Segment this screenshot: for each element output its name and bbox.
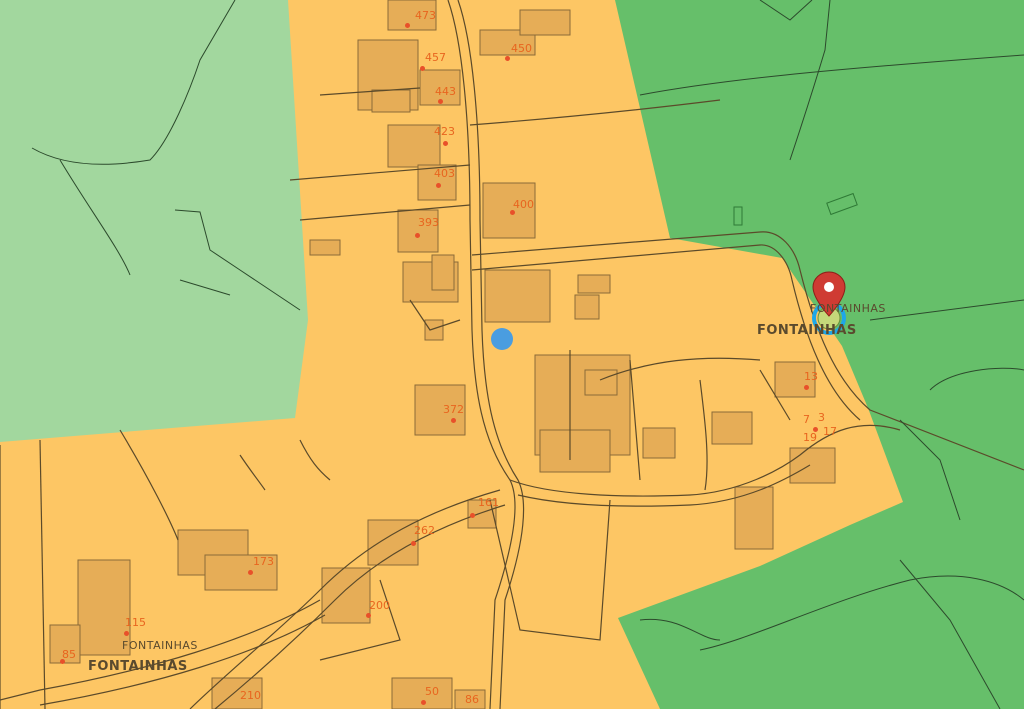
address-number: 7 xyxy=(803,413,810,426)
address-number: 115 xyxy=(125,616,146,629)
map-canvas[interactable] xyxy=(0,0,1024,709)
address-dot xyxy=(421,700,426,705)
address-dot xyxy=(411,541,416,546)
address-dot xyxy=(366,613,371,618)
address-number: 173 xyxy=(253,555,274,568)
address-number: 457 xyxy=(425,51,446,64)
address-number: 372 xyxy=(443,403,464,416)
address-number: 13 xyxy=(804,370,818,383)
address-dot xyxy=(420,66,425,71)
address-dot xyxy=(451,418,456,423)
address-number: 86 xyxy=(465,693,479,706)
address-number: 17 xyxy=(823,425,837,438)
place-label-east-large: FONTAINHAS xyxy=(757,323,857,338)
address-number: 210 xyxy=(240,689,261,702)
address-number: 423 xyxy=(434,125,455,138)
address-dot xyxy=(804,385,809,390)
address-dot xyxy=(415,233,420,238)
address-number: 50 xyxy=(425,685,439,698)
map-view[interactable]: FONTAINHAS FONTAINHAS FONTAINHAS FONTAIN… xyxy=(0,0,1024,709)
address-number: 393 xyxy=(418,216,439,229)
address-number: 400 xyxy=(513,198,534,211)
address-number: 85 xyxy=(62,648,76,661)
address-number: 3 xyxy=(818,411,825,424)
address-dot xyxy=(505,56,510,61)
address-number: 262 xyxy=(414,524,435,537)
place-label-southwest-small: FONTAINHAS xyxy=(122,639,198,652)
address-dot xyxy=(438,99,443,104)
current-location-icon[interactable] xyxy=(491,328,513,350)
address-dot xyxy=(405,23,410,28)
address-number: 403 xyxy=(434,167,455,180)
address-number: 200 xyxy=(369,599,390,612)
address-dot xyxy=(470,513,475,518)
address-number: 19 xyxy=(803,431,817,444)
forest-zone-west xyxy=(0,0,308,442)
address-dot xyxy=(124,631,129,636)
address-dot xyxy=(248,570,253,575)
place-label-east-small: FONTAINHAS xyxy=(810,302,886,315)
address-number: 443 xyxy=(435,85,456,98)
address-dot xyxy=(436,183,441,188)
address-number: 450 xyxy=(511,42,532,55)
address-number: 161 xyxy=(478,496,499,509)
address-number: 473 xyxy=(415,9,436,22)
place-label-southwest-large: FONTAINHAS xyxy=(88,659,188,674)
address-dot xyxy=(443,141,448,146)
